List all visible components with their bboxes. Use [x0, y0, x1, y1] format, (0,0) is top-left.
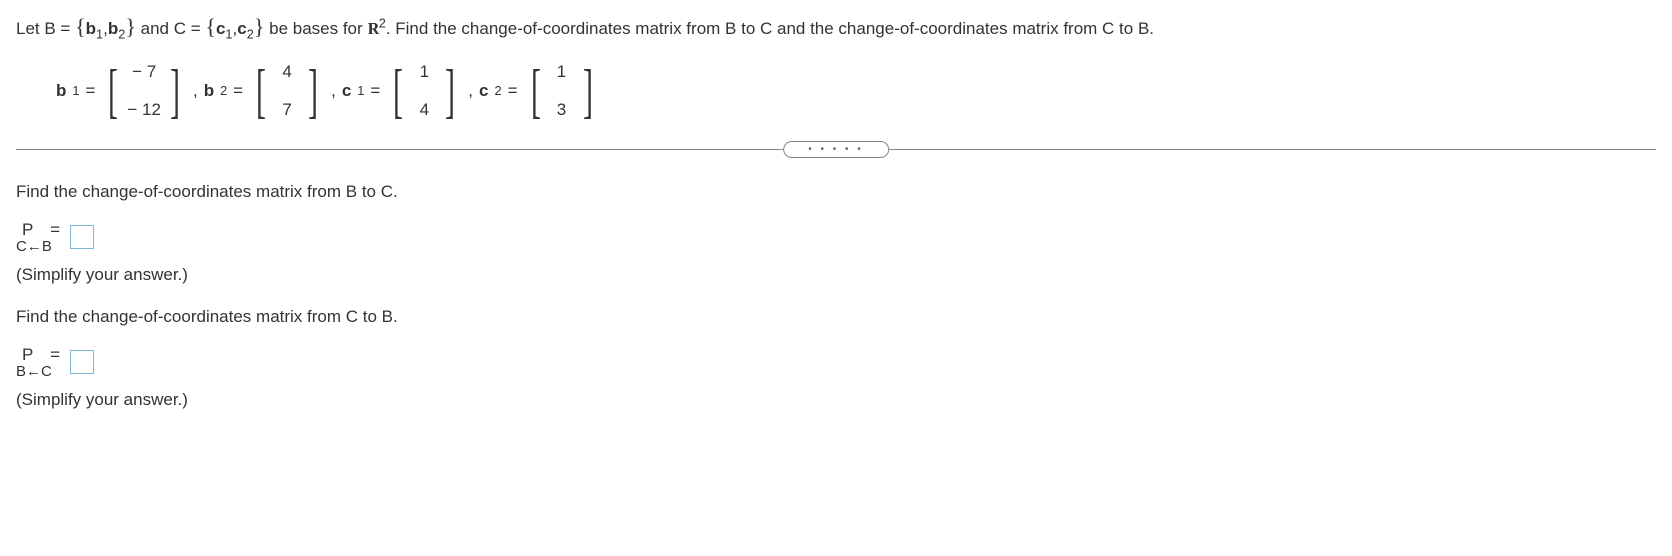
c2-sub: 2 — [247, 26, 254, 41]
b1-entry-2: − 12 — [127, 100, 161, 120]
c1-var: c — [216, 19, 225, 38]
c1-entry-1: 1 — [412, 62, 436, 82]
b1-var: b — [86, 19, 96, 38]
expand-button[interactable]: • • • • • — [783, 141, 889, 158]
p-subscript: C←B — [16, 238, 60, 255]
dots-icon: • • • • • — [808, 144, 864, 155]
b2-var: b — [108, 19, 118, 38]
p-label: P — [22, 345, 33, 364]
eq: = — [50, 220, 60, 239]
brace-open-b: { — [75, 14, 86, 39]
c2-entry-2: 3 — [550, 100, 574, 120]
eq: = — [50, 345, 60, 364]
c1-label: c — [342, 81, 351, 101]
bracket-right-icon: ] — [445, 67, 455, 115]
question-1-text: Find the change-of-coordinates matrix fr… — [16, 182, 1656, 202]
c1-label-sub: 1 — [357, 83, 364, 98]
separator: , — [468, 81, 473, 101]
b1-label: b — [56, 81, 66, 101]
matrix-c2: [ 1 3 ] — [526, 62, 598, 120]
bracket-left-icon: [ — [256, 67, 266, 115]
brace-close-b: } — [125, 14, 136, 39]
matrix-b2: [ 4 7 ] — [251, 62, 323, 120]
text-bases: be bases for — [269, 19, 367, 38]
b2-entry-2: 7 — [275, 100, 299, 120]
c1-sub: 1 — [225, 26, 232, 41]
hint-1: (Simplify your answer.) — [16, 265, 1656, 285]
eq: = — [85, 81, 95, 101]
bracket-left-icon: [ — [393, 67, 403, 115]
separator: , — [193, 81, 198, 101]
text-pre: Let B = — [16, 19, 75, 38]
matrix-b1: [ − 7 − 12 ] — [103, 62, 185, 120]
answer-block-2: P = B←C — [16, 345, 1656, 380]
real-symbol: R — [367, 16, 378, 42]
bracket-left-icon: [ — [531, 67, 541, 115]
b2-label-sub: 2 — [220, 83, 227, 98]
bracket-right-icon: ] — [308, 67, 318, 115]
brace-open-c: { — [205, 14, 216, 39]
c2-entry-1: 1 — [550, 62, 574, 82]
text-and: and C = — [141, 19, 206, 38]
answer-input-2[interactable] — [70, 350, 94, 374]
b1-label-sub: 1 — [72, 83, 79, 98]
p-subscript: B←C — [16, 363, 60, 380]
b2-entry-1: 4 — [275, 62, 299, 82]
b1-entry-1: − 7 — [127, 62, 161, 82]
c2-var: c — [237, 19, 246, 38]
divider: • • • • • — [16, 138, 1656, 162]
answer-input-1[interactable] — [70, 225, 94, 249]
matrix-c1: [ 1 4 ] — [388, 62, 460, 120]
c2-label-sub: 2 — [494, 83, 501, 98]
eq: = — [508, 81, 518, 101]
vectors-definition: b1 = [ − 7 − 12 ] , b2 = [ 4 7 ] , c1 = … — [56, 62, 1656, 120]
brace-close-c: } — [254, 14, 265, 39]
c2-label: c — [479, 81, 488, 101]
c1-entry-2: 4 — [412, 100, 436, 120]
eq: = — [370, 81, 380, 101]
bracket-right-icon: ] — [170, 67, 180, 115]
hint-2: (Simplify your answer.) — [16, 390, 1656, 410]
problem-statement: Let B = {b1,b2} and C = {c1,c2} be bases… — [16, 10, 1656, 44]
p-label: P — [22, 220, 33, 239]
eq: = — [233, 81, 243, 101]
bracket-left-icon: [ — [108, 67, 118, 115]
b2-label: b — [204, 81, 214, 101]
text-end: . Find the change-of-coordinates matrix … — [386, 19, 1154, 38]
bracket-right-icon: ] — [582, 67, 592, 115]
question-2-text: Find the change-of-coordinates matrix fr… — [16, 307, 1656, 327]
answer-block-1: P = C←B — [16, 220, 1656, 255]
separator: , — [331, 81, 336, 101]
